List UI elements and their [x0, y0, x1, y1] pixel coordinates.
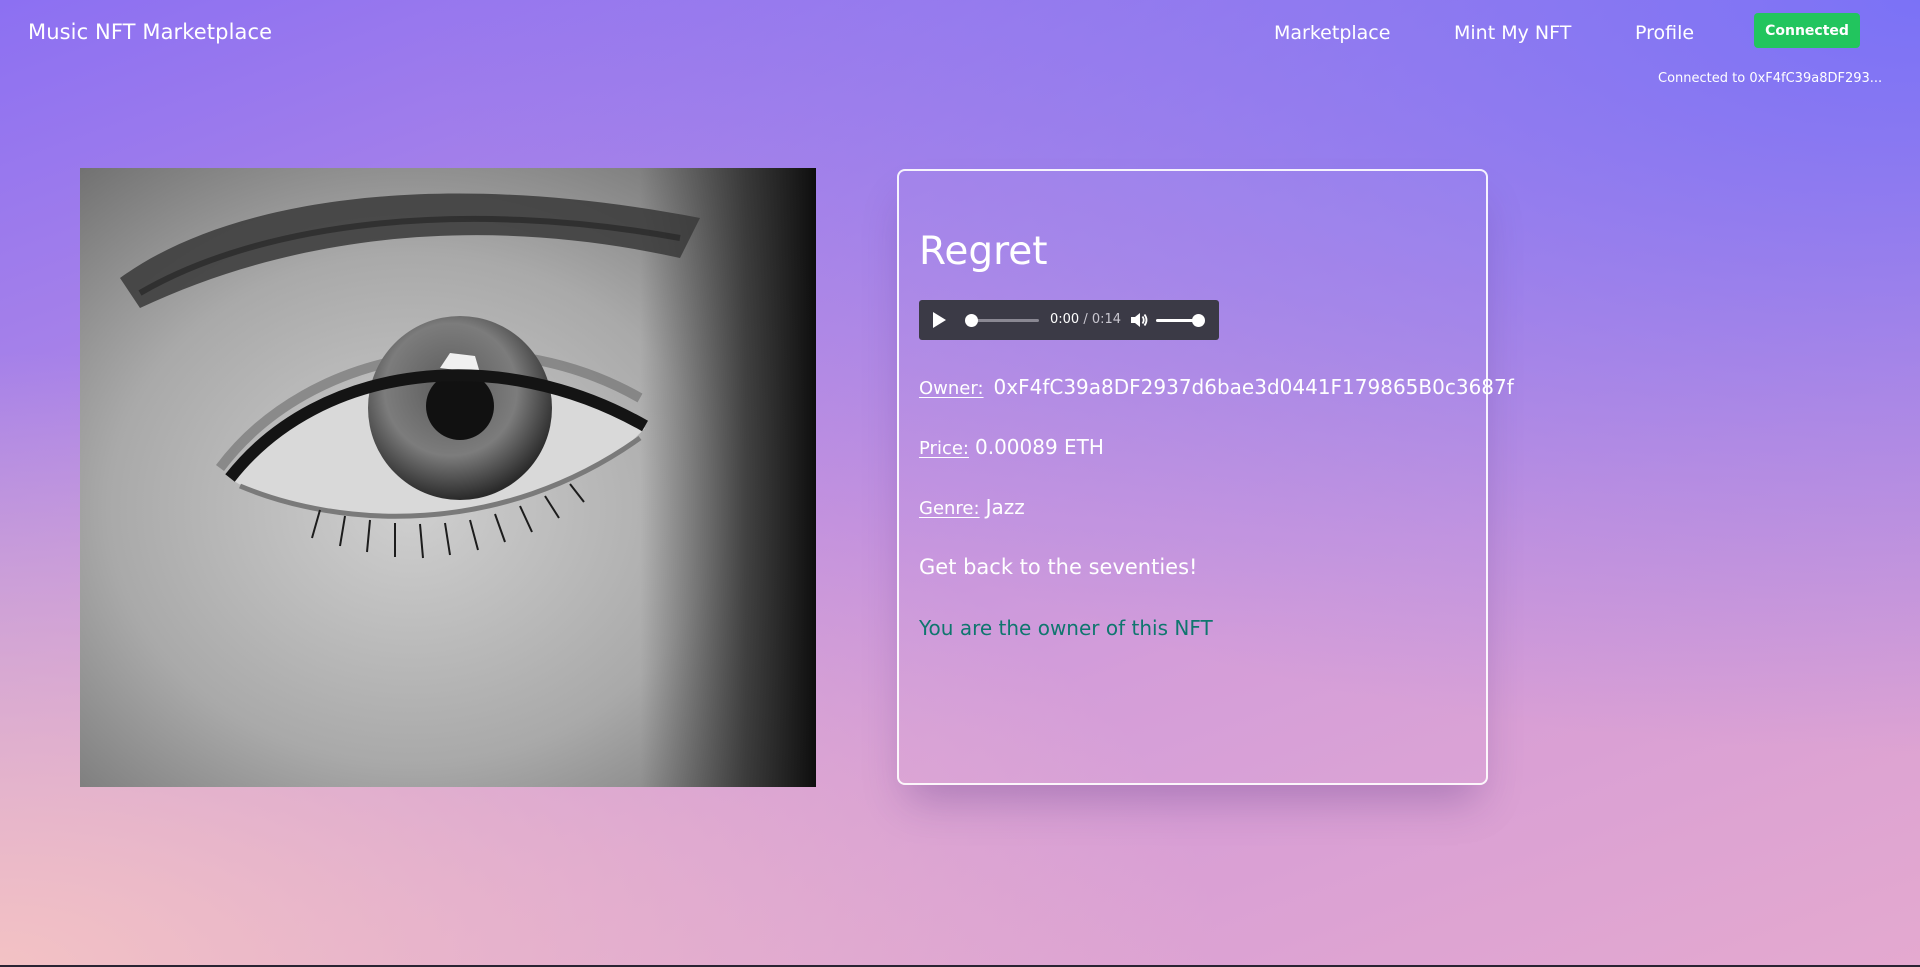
connect-wallet-button[interactable]: Connected [1754, 13, 1860, 48]
owner-address: 0xF4fC39a8DF2937d6bae3d0441F179865B0c368… [993, 375, 1514, 399]
nav-link-profile[interactable]: Profile [1635, 22, 1694, 44]
nav-link-mint-my-nft[interactable]: Mint My NFT [1454, 22, 1571, 44]
nft-details-card: Regret 0:00 / 0:14 Owner: 0xF4fC39a8DF293… [897, 169, 1514, 785]
navbar-brand[interactable]: Music NFT Marketplace [28, 20, 272, 44]
duration: 0:14 [1091, 312, 1122, 327]
price-label: Price: [919, 438, 969, 459]
ownership-note: You are the owner of this NFT [919, 616, 1213, 640]
genre-row: Genre: Jazz [919, 495, 1025, 519]
genre-label: Genre: [919, 498, 980, 519]
genre-value: Jazz [985, 495, 1025, 519]
nft-title: Regret [919, 229, 1048, 274]
volume-handle[interactable] [1192, 314, 1205, 327]
current-time: 0:00 [1050, 312, 1080, 327]
seek-bar[interactable] [969, 319, 1039, 322]
nft-artwork-image [80, 168, 816, 787]
wallet-status-text: Connected to 0xF4fC39a8DF293... [1658, 71, 1883, 86]
play-icon[interactable] [933, 312, 946, 328]
price-row: Price: 0.00089 ETH [919, 435, 1104, 459]
time-separator: / [1079, 312, 1092, 327]
owner-row: Owner: 0xF4fC39a8DF2937d6bae3d0441F179865… [919, 375, 1514, 399]
owner-label: Owner: [919, 378, 984, 399]
nft-description: Get back to the seventies! [919, 555, 1198, 579]
seek-handle[interactable] [965, 314, 978, 327]
audio-player[interactable]: 0:00 / 0:14 [919, 300, 1219, 340]
player-time: 0:00 / 0:14 [1050, 312, 1121, 327]
nav-link-marketplace[interactable]: Marketplace [1274, 22, 1390, 44]
price-value: 0.00089 ETH [974, 435, 1104, 459]
volume-icon[interactable] [1129, 311, 1149, 329]
